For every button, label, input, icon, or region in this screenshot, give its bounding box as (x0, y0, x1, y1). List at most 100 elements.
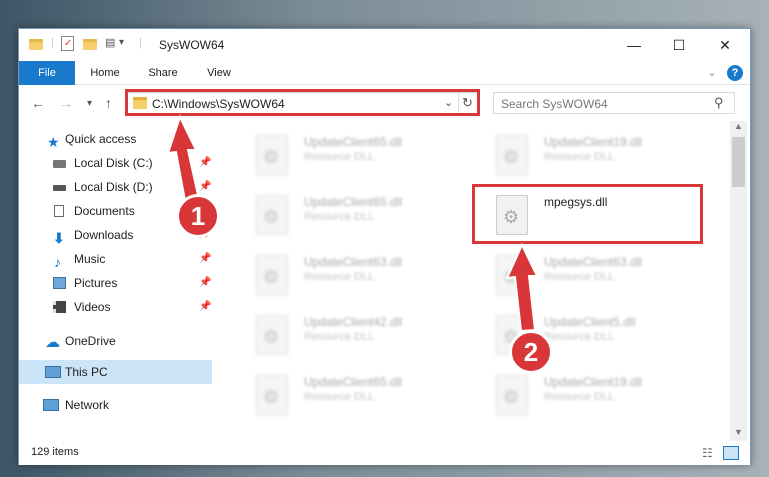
new-folder-icon[interactable] (83, 39, 97, 50)
target-file-item[interactable]: mpegsys.dll (478, 189, 708, 239)
search-icon[interactable]: ⚲ (714, 95, 724, 111)
title-bar: | ✓ ▤ ▾ | SysWOW64 — ☐ ✕ (19, 29, 750, 61)
sidebar-item-local-disk-d[interactable]: Local Disk (D:) 📌 (19, 175, 212, 199)
tab-view[interactable]: View (197, 61, 241, 85)
sidebar-item-label: This PC (65, 365, 108, 379)
vertical-scrollbar[interactable]: ▲ ▼ (730, 121, 747, 441)
file-type: Resource DLL (304, 391, 375, 403)
window-title: SysWOW64 (159, 38, 225, 52)
address-path: C:\Windows\SysWOW64 (152, 97, 285, 111)
list-item[interactable]: UpdateClient42.dll Resource DLL (238, 309, 468, 359)
list-item[interactable]: UpdateClient65.dll Resource DLL (238, 129, 468, 179)
sidebar-item-this-pc[interactable]: This PC (19, 360, 212, 384)
separator (458, 93, 459, 113)
tab-share[interactable]: Share (139, 61, 187, 85)
dll-file-icon (496, 255, 528, 295)
folder-icon (29, 39, 43, 50)
dll-file-icon (496, 375, 528, 415)
separator: | (139, 35, 143, 49)
download-icon: ⬇ (53, 230, 65, 246)
music-icon: ♪ (54, 254, 61, 270)
sidebar-item-onedrive[interactable]: ☁ OneDrive (19, 329, 212, 353)
list-item[interactable]: UpdateClient63.dll Resource DLL (478, 249, 708, 299)
file-type: Resource DLL (304, 211, 375, 223)
dll-file-icon (496, 135, 528, 175)
maximize-button[interactable]: ☐ (656, 29, 702, 61)
dll-file-icon (256, 135, 288, 175)
tab-home[interactable]: Home (81, 61, 129, 85)
sidebar-item-label: Videos (74, 300, 111, 314)
sidebar-item-label: Documents (74, 204, 135, 218)
sidebar-item-quick-access[interactable]: ★ Quick access (19, 127, 212, 151)
file-name: UpdateClient65.dll (304, 195, 403, 209)
sidebar-item-music[interactable]: ♪ Music 📌 (19, 247, 212, 271)
dll-file-icon (256, 315, 288, 355)
sidebar-item-network[interactable]: Network (19, 393, 212, 417)
drive-icon (53, 185, 66, 191)
sidebar-item-label: Music (74, 252, 106, 266)
help-icon[interactable]: ? (727, 65, 743, 81)
sidebar-item-label: Downloads (74, 228, 134, 242)
item-count: 129 items (31, 446, 79, 458)
scrollbar-thumb[interactable] (732, 137, 745, 187)
scroll-up-icon[interactable]: ▲ (734, 121, 743, 131)
list-item[interactable]: UpdateClient65.dll Resource DLL (238, 189, 468, 239)
step-badge-2: 2 (509, 330, 553, 374)
sidebar-item-local-disk-c[interactable]: Local Disk (C:) 📌 (19, 151, 212, 175)
navigation-bar: ← → ▾ ↑ C:\Windows\SysWOW64 ⌄ ↻ Search S… (19, 85, 750, 121)
list-item[interactable]: UpdateClient65.dll Resource DLL (238, 369, 468, 419)
file-name: UpdateClient5.dll (544, 315, 636, 329)
minimize-button[interactable]: — (611, 29, 657, 61)
qat-dropdown-icon[interactable]: ▾ (119, 37, 124, 53)
sidebar-item-label: Local Disk (C:) (74, 156, 153, 170)
file-name: UpdateClient19.dll (544, 375, 643, 389)
pin-icon[interactable]: 📌 (199, 271, 211, 295)
file-type: Resource DLL (304, 331, 375, 343)
sidebar-item-label: Network (65, 398, 110, 412)
sidebar-item-videos[interactable]: Videos 📌 (19, 295, 212, 319)
sidebar-item-pictures[interactable]: Pictures 📌 (19, 271, 212, 295)
pin-icon[interactable]: 📌 (199, 247, 211, 271)
close-button[interactable]: ✕ (702, 29, 748, 61)
separator: | (51, 35, 55, 49)
pin-icon[interactable]: 📌 (199, 295, 211, 319)
cloud-icon: ☁ (45, 334, 60, 351)
sidebar-item-label: OneDrive (65, 334, 116, 348)
dll-file-icon (496, 195, 528, 235)
file-type: Resource DLL (304, 271, 375, 283)
file-list: UpdateClient65.dll Resource DLL UpdateCl… (222, 121, 730, 441)
pin-icon[interactable]: 📌 (199, 151, 211, 175)
dll-file-icon (256, 375, 288, 415)
network-icon (43, 399, 59, 411)
address-bar[interactable]: C:\Windows\SysWOW64 ⌄ ↻ (127, 92, 479, 114)
search-placeholder: Search SysWOW64 (501, 97, 608, 111)
file-name: UpdateClient65.dll (304, 375, 403, 389)
file-type: Resource DLL (544, 331, 615, 343)
customize-icon[interactable]: ▤ (105, 36, 115, 52)
properties-icon[interactable]: ✓ (61, 36, 74, 51)
list-item[interactable]: UpdateClient63.dll Resource DLL (238, 249, 468, 299)
file-name: mpegsys.dll (544, 195, 608, 209)
list-item[interactable]: UpdateClient19.dll Resource DLL (478, 369, 708, 419)
scroll-down-icon[interactable]: ▼ (734, 427, 743, 437)
back-button[interactable]: ← (31, 95, 45, 111)
address-dropdown-icon[interactable]: ⌄ (444, 96, 453, 109)
recent-dropdown-icon[interactable]: ▾ (87, 98, 92, 109)
file-name: UpdateClient42.dll (304, 315, 403, 329)
tab-file[interactable]: File (19, 61, 75, 85)
expand-ribbon-icon[interactable]: ⌄ (703, 61, 721, 85)
sidebar-item-label: Quick access (65, 132, 137, 146)
file-name: UpdateClient63.dll (544, 255, 643, 269)
forward-button[interactable]: → (59, 95, 73, 111)
details-view-icon[interactable]: ☷ (702, 446, 713, 460)
file-name: UpdateClient19.dll (544, 135, 643, 149)
list-item[interactable]: UpdateClient19.dll Resource DLL (478, 129, 708, 179)
pictures-icon (53, 277, 66, 289)
sidebar-item-label: Local Disk (D:) (74, 180, 153, 194)
document-icon (54, 205, 64, 217)
dll-file-icon (256, 255, 288, 295)
large-icons-view-icon[interactable] (723, 446, 739, 460)
search-input[interactable]: Search SysWOW64 ⚲ (493, 92, 735, 114)
refresh-icon[interactable]: ↻ (462, 95, 473, 111)
up-button[interactable]: ↑ (105, 95, 112, 111)
